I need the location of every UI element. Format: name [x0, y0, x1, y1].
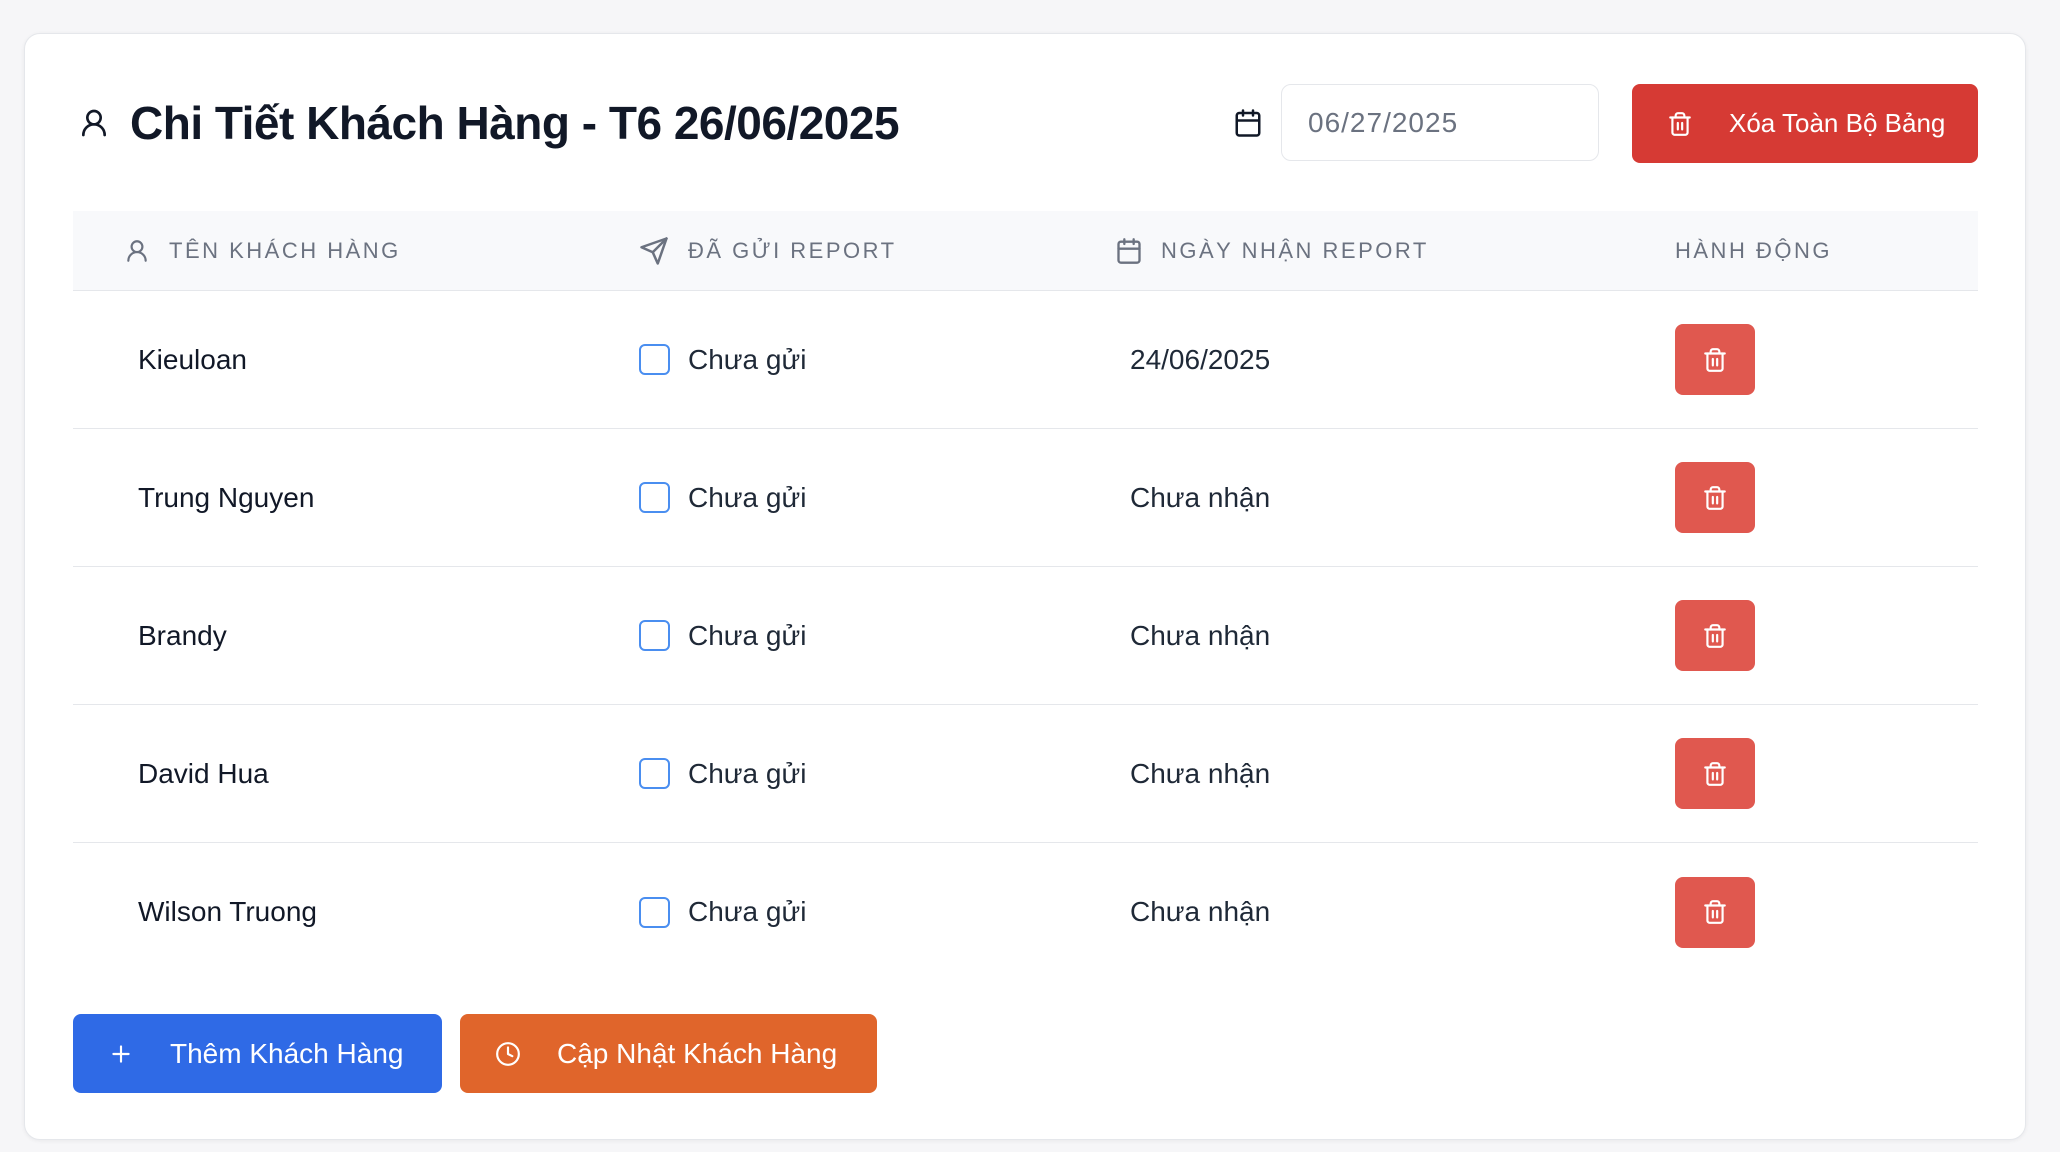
- trash-icon: [1704, 485, 1726, 510]
- report-sent-checkbox[interactable]: [639, 482, 670, 513]
- report-sent-status: Chưa gửi: [688, 896, 807, 927]
- footer-actions: Thêm Khách Hàng Cập Nhật Khách Hàng: [73, 1014, 877, 1093]
- report-sent-checkbox[interactable]: [639, 758, 670, 789]
- report-sent-status: Chưa gửi: [688, 619, 807, 651]
- column-label: NGÀY NHẬN REPORT: [1161, 237, 1429, 263]
- calendar-icon: [1235, 109, 1261, 137]
- report-sent-checkbox[interactable]: [639, 344, 670, 375]
- delete-row-button[interactable]: [1675, 324, 1755, 395]
- report-sent-cell: Chưa gửi: [639, 896, 1114, 928]
- customer-table: TÊN KHÁCH HÀNG ĐÃ GỬI REPORT NGÀY NHẬN R…: [73, 211, 1978, 981]
- column-label: ĐÃ GỬI REPORT: [688, 237, 897, 263]
- user-icon: [82, 109, 106, 137]
- delete-all-button[interactable]: Xóa Toàn Bộ Bảng: [1632, 84, 1978, 163]
- column-header-report-received-date: NGÀY NHẬN REPORT: [1114, 237, 1675, 265]
- column-label: HÀNH ĐỘNG: [1675, 237, 1832, 263]
- delete-row-button[interactable]: [1675, 876, 1755, 948]
- report-sent-cell: Chưa gửi: [639, 344, 1114, 376]
- update-customer-button[interactable]: Cập Nhật Khách Hàng: [460, 1014, 877, 1093]
- date-picker-input[interactable]: [1281, 84, 1599, 161]
- trash-icon: [1704, 623, 1726, 648]
- trash-icon: [1704, 347, 1726, 372]
- report-sent-cell: Chưa gửi: [639, 482, 1114, 514]
- table-header: TÊN KHÁCH HÀNG ĐÃ GỬI REPORT NGÀY NHẬN R…: [73, 211, 1978, 291]
- column-header-customer-name: TÊN KHÁCH HÀNG: [73, 238, 639, 264]
- table-row: Trung Nguyen Chưa gửi Chưa nhận: [73, 429, 1978, 567]
- action-cell: [1675, 738, 1978, 809]
- action-cell: [1675, 600, 1978, 671]
- customer-name: Kieuloan: [138, 343, 247, 375]
- report-received-date: Chưa nhận: [1130, 619, 1271, 651]
- table-row: Brandy Chưa gửi Chưa nhận: [73, 567, 1978, 705]
- report-received-date: 24/06/2025: [1130, 343, 1271, 375]
- action-cell: [1675, 876, 1978, 948]
- report-sent-status: Chưa gửi: [688, 757, 807, 789]
- customer-detail-card: Chi Tiết Khách Hàng - T6 26/06/2025 Xóa …: [24, 33, 2026, 1140]
- report-sent-cell: Chưa gửi: [639, 758, 1114, 790]
- report-received-date: Chưa nhận: [1130, 481, 1271, 513]
- customer-name: Brandy: [138, 619, 227, 651]
- report-sent-checkbox[interactable]: [639, 896, 670, 928]
- calendar-icon: [1117, 237, 1141, 264]
- column-header-report-sent: ĐÃ GỬI REPORT: [639, 236, 1114, 266]
- column-label: TÊN KHÁCH HÀNG: [169, 237, 401, 263]
- customer-name: Wilson Truong: [138, 896, 317, 927]
- clock-icon: [496, 1041, 520, 1066]
- delete-row-button[interactable]: [1675, 462, 1755, 533]
- add-customer-button[interactable]: Thêm Khách Hàng: [73, 1014, 442, 1093]
- trash-icon: [1704, 761, 1726, 786]
- table-row: Kieuloan Chưa gửi 24/06/2025: [73, 291, 1978, 429]
- report-sent-status: Chưa gửi: [688, 481, 807, 513]
- table-row: Wilson Truong Chưa gửi Chưa nhận: [73, 843, 1978, 981]
- user-icon: [127, 239, 147, 262]
- delete-row-button[interactable]: [1675, 738, 1755, 809]
- trash-icon: [1704, 900, 1726, 924]
- send-icon: [640, 236, 668, 265]
- plus-icon: [112, 1044, 130, 1063]
- customer-name: David Hua: [138, 757, 269, 789]
- report-received-date: Chưa nhận: [1130, 896, 1271, 927]
- customer-name: Trung Nguyen: [138, 481, 315, 513]
- page-title: Chi Tiết Khách Hàng - T6 26/06/2025: [130, 97, 900, 149]
- action-cell: [1675, 324, 1978, 395]
- action-cell: [1675, 462, 1978, 533]
- trash-icon: [1669, 111, 1691, 136]
- delete-row-button[interactable]: [1675, 600, 1755, 671]
- table-row: David Hua Chưa gửi Chưa nhận: [73, 705, 1978, 843]
- report-sent-status: Chưa gửi: [688, 343, 807, 375]
- add-customer-label: Thêm Khách Hàng: [170, 1037, 404, 1069]
- delete-all-label: Xóa Toàn Bộ Bảng: [1729, 108, 1946, 138]
- update-customer-label: Cập Nhật Khách Hàng: [557, 1037, 838, 1069]
- report-received-date: Chưa nhận: [1130, 757, 1271, 789]
- report-sent-cell: Chưa gửi: [639, 620, 1114, 652]
- column-header-actions: HÀNH ĐỘNG: [1675, 238, 1978, 264]
- report-sent-checkbox[interactable]: [639, 620, 670, 651]
